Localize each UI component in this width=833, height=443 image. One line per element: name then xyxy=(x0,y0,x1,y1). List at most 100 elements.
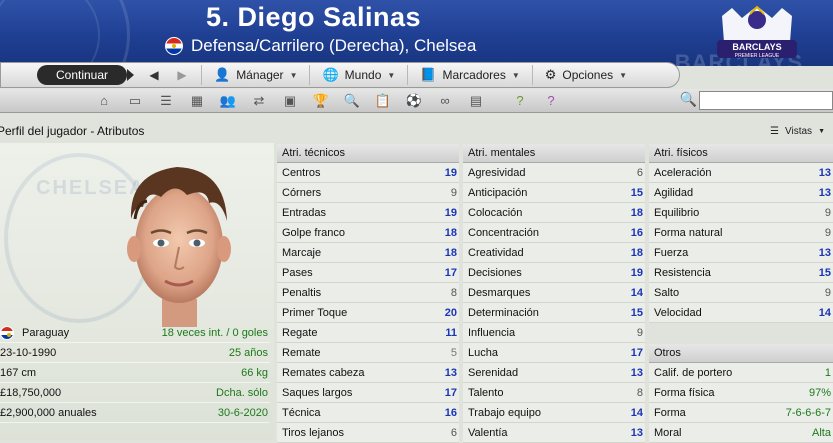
attribute-row[interactable]: Influencia 9 xyxy=(463,323,645,343)
attribute-value: 1 xyxy=(824,366,831,379)
attribute-value: 9 xyxy=(824,206,831,219)
attribute-row[interactable]: Trabajo equipo 14 xyxy=(463,403,645,423)
attribute-name: Calif. de portero xyxy=(654,366,733,379)
attribute-row[interactable]: Velocidad 14 xyxy=(649,303,833,323)
attribute-row[interactable]: Primer Toque 20 xyxy=(277,303,459,323)
attribute-name: Forma natural xyxy=(654,226,723,239)
attribute-row[interactable]: Concentración 16 xyxy=(463,223,645,243)
attribute-row[interactable]: Regate 11 xyxy=(277,323,459,343)
bookmarks-icon: 📘 xyxy=(420,67,437,82)
news-icon[interactable]: ☰ xyxy=(156,92,176,110)
attribute-row[interactable]: Aceleración 13 xyxy=(649,163,833,183)
attribute-row[interactable]: Remate 5 xyxy=(277,343,459,363)
attribute-name: Talento xyxy=(468,386,504,399)
attribute-row[interactable]: Creatividad 18 xyxy=(463,243,645,263)
attribute-value: 9 xyxy=(824,226,831,239)
attribute-name: Agresividad xyxy=(468,166,526,179)
question-icon[interactable]: ? xyxy=(541,92,561,110)
attribute-value: 13 xyxy=(818,166,831,179)
search-input[interactable] xyxy=(699,91,833,110)
player-subtitle: Defensa/Carrilero (Derecha), Chelsea xyxy=(165,36,476,56)
menu-manager[interactable]: 👤 Mánager ▼ xyxy=(201,65,309,85)
menu-options[interactable]: ⚙ Opciones ▼ xyxy=(531,65,639,85)
continue-button[interactable]: Continuar xyxy=(37,65,134,85)
attribute-row[interactable]: Córners 9 xyxy=(277,183,459,203)
attribute-name: Saques largos xyxy=(282,386,353,399)
clipboard-icon[interactable]: 📋 xyxy=(373,92,393,110)
attribute-row[interactable]: Fuerza 13 xyxy=(649,243,833,263)
attribute-row[interactable]: Anticipación 15 xyxy=(463,183,645,203)
forward-arrow-icon[interactable]: ▶ xyxy=(171,68,193,82)
attribute-value: Alta xyxy=(812,426,831,439)
views-button[interactable]: ☰ Vistas ▼ xyxy=(770,126,825,137)
attribute-row[interactable]: Pases 17 xyxy=(277,263,459,283)
attribute-row[interactable]: Calif. de portero 1 xyxy=(649,363,833,383)
attribute-row[interactable]: Forma 7-6-6-6-7 xyxy=(649,403,833,423)
premier-league-logo[interactable]: BARCLAYS PREMIER LEAGUE xyxy=(712,2,802,66)
globe-icon: 🌐 xyxy=(322,67,339,82)
attribute-row[interactable]: Desmarques 14 xyxy=(463,283,645,303)
menu-world[interactable]: 🌐 Mundo ▼ xyxy=(309,65,407,85)
scout-icon[interactable]: 🔍 xyxy=(342,92,362,110)
attribute-name: Tiros lejanos xyxy=(282,426,344,439)
weight: 66 kg xyxy=(241,366,268,379)
attribute-row[interactable]: Valentía 13 xyxy=(463,423,645,443)
attribute-row[interactable]: Forma natural 9 xyxy=(649,223,833,243)
calendar-icon[interactable]: ▦ xyxy=(187,92,207,110)
squad-icon[interactable]: ▭ xyxy=(125,92,145,110)
attribute-row[interactable]: Saques largos 17 xyxy=(277,383,459,403)
views-label: Vistas xyxy=(785,125,813,137)
attribute-row[interactable]: Técnica 16 xyxy=(277,403,459,423)
attribute-value: 13 xyxy=(818,246,831,259)
binoculars-icon[interactable]: ∞ xyxy=(435,92,455,110)
attribute-row[interactable]: Tiros lejanos 6 xyxy=(277,423,459,443)
attribute-row[interactable]: Golpe franco 18 xyxy=(277,223,459,243)
finance-icon[interactable]: ▤ xyxy=(466,92,486,110)
attribute-value: 9 xyxy=(450,186,457,199)
attribute-name: Forma xyxy=(654,406,686,419)
attribute-row[interactable]: Determinación 15 xyxy=(463,303,645,323)
attribute-value: 19 xyxy=(630,266,643,279)
staff-icon[interactable]: 👥 xyxy=(218,92,238,110)
tactics-icon[interactable]: ▣ xyxy=(280,92,300,110)
attribute-row[interactable]: Talento 8 xyxy=(463,383,645,403)
technical-header: Atri. técnicos xyxy=(277,144,459,163)
league-logo-text: BARCLAYS xyxy=(732,42,781,52)
attribute-row[interactable]: Serenidad 13 xyxy=(463,363,645,383)
attribute-row[interactable]: Agresividad 6 xyxy=(463,163,645,183)
help-icon[interactable]: ? xyxy=(510,92,530,110)
attribute-row[interactable]: Salto 9 xyxy=(649,283,833,303)
attribute-row[interactable]: Centros 19 xyxy=(277,163,459,183)
attribute-row[interactable]: Marcaje 18 xyxy=(277,243,459,263)
attribute-row[interactable]: Lucha 17 xyxy=(463,343,645,363)
attribute-value: 9 xyxy=(636,326,643,339)
attribute-name: Regate xyxy=(282,326,318,339)
attribute-row[interactable]: Equilibrio 9 xyxy=(649,203,833,223)
attribute-value: 13 xyxy=(444,366,457,379)
search-icon[interactable]: 🔍 xyxy=(680,91,697,108)
attribute-row[interactable]: Entradas 19 xyxy=(277,203,459,223)
attribute-name: Valentía xyxy=(468,426,508,439)
transfers-icon[interactable]: ⇄ xyxy=(249,92,269,110)
home-icon[interactable]: ⌂ xyxy=(94,92,114,110)
attribute-row[interactable]: Decisiones 19 xyxy=(463,263,645,283)
attribute-name: Centros xyxy=(282,166,321,179)
attribute-row[interactable]: Forma física 97% xyxy=(649,383,833,403)
attribute-value: 18 xyxy=(444,246,457,259)
attribute-name: Pases xyxy=(282,266,313,279)
attribute-row[interactable]: Moral Alta xyxy=(649,423,833,443)
attribute-row[interactable]: Penaltis 8 xyxy=(277,283,459,303)
attribute-row[interactable]: Remates cabeza 13 xyxy=(277,363,459,383)
panel-title: Perfil del jugador - Atributos xyxy=(0,124,145,138)
back-arrow-icon[interactable]: ◀ xyxy=(143,68,165,82)
ball-icon[interactable]: ⚽ xyxy=(404,92,424,110)
menu-bookmarks[interactable]: 📘 Marcadores ▼ xyxy=(407,65,531,85)
paraguay-flag-icon xyxy=(165,37,183,55)
attribute-row[interactable]: Colocación 18 xyxy=(463,203,645,223)
trophy-icon[interactable]: 🏆 xyxy=(311,92,331,110)
attribute-row[interactable]: Resistencia 15 xyxy=(649,263,833,283)
attribute-value: 8 xyxy=(450,286,457,299)
player-header: BARCLAYS 5. Diego Salinas Defensa/Carril… xyxy=(0,0,833,66)
attribute-row[interactable]: Agilidad 13 xyxy=(649,183,833,203)
attribute-name: Fuerza xyxy=(654,246,689,259)
